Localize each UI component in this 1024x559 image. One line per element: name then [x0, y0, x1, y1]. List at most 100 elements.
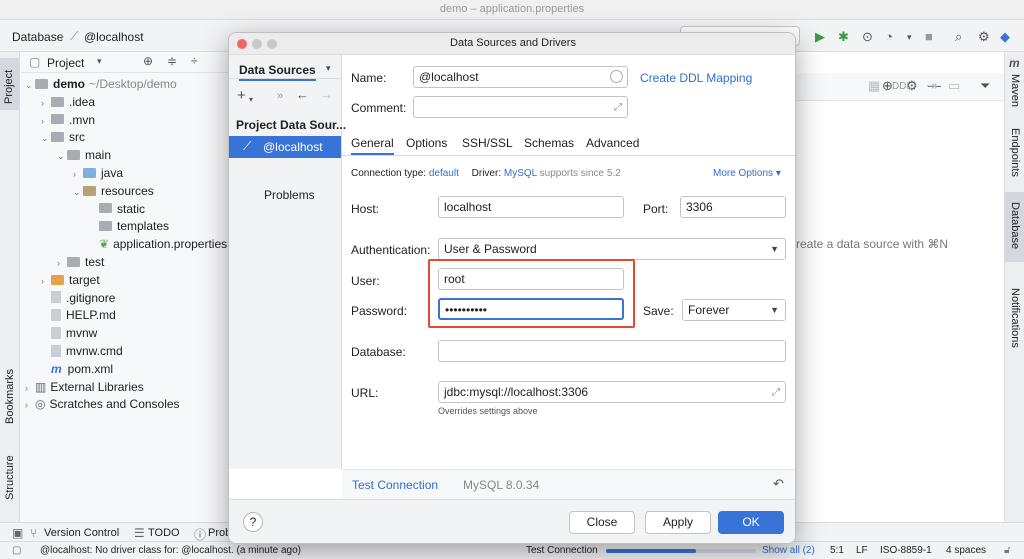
- expanded-chevron-icon[interactable]: ⌄: [73, 183, 83, 201]
- project-panel-title[interactable]: Project: [47, 56, 84, 70]
- comment-input[interactable]: ⤢: [413, 96, 628, 118]
- tab-ssh-ssl[interactable]: SSH/SSL: [462, 131, 513, 155]
- tree-item[interactable]: templates: [89, 217, 169, 235]
- collapsed-chevron-icon[interactable]: ›: [41, 94, 51, 112]
- tree-item[interactable]: › .idea: [41, 93, 95, 111]
- tree-item[interactable]: HELP.md: [41, 306, 116, 324]
- expand-field-icon[interactable]: ⤢: [614, 98, 622, 117]
- database-tool-tab[interactable]: Database: [1005, 192, 1024, 262]
- collapsed-chevron-icon[interactable]: ›: [41, 272, 51, 290]
- debug-icon[interactable]: ✱: [838, 29, 849, 45]
- bookmarks-tool-label[interactable]: Bookmarks: [4, 369, 16, 424]
- filter-icon[interactable]: ⏷: [980, 78, 990, 94]
- problems-item[interactable]: Problems: [264, 188, 315, 202]
- expanded-chevron-icon[interactable]: ⌄: [57, 147, 67, 165]
- authentication-select[interactable]: User & Password ▼: [438, 238, 786, 260]
- endpoints-tool-label[interactable]: Endpoints: [1009, 128, 1021, 177]
- caret-position[interactable]: 5:1: [830, 542, 844, 559]
- tree-item[interactable]: › .mvn: [41, 111, 95, 129]
- line-separator[interactable]: LF: [856, 542, 868, 559]
- table-icon[interactable]: ▦: [868, 78, 880, 94]
- status-message[interactable]: @localhost: No driver class for: @localh…: [40, 542, 301, 559]
- structure-tool-label[interactable]: Structure: [4, 455, 16, 500]
- collapsed-chevron-icon[interactable]: ›: [57, 254, 67, 272]
- settings-gear-icon[interactable]: ⚙: [978, 29, 990, 45]
- more-actions-icon[interactable]: »: [277, 88, 283, 104]
- url-input[interactable]: jdbc:mysql://localhost:3306 ⤢: [438, 381, 786, 403]
- tree-item[interactable]: ⌄ src: [41, 128, 85, 146]
- data-sources-tab[interactable]: Data Sources: [239, 63, 316, 81]
- name-input[interactable]: @localhost: [413, 66, 628, 88]
- add-dropdown-chevron-icon[interactable]: ▾: [249, 92, 253, 108]
- apply-button[interactable]: Apply: [645, 511, 711, 534]
- more-options-link[interactable]: More Options ▾: [713, 168, 781, 179]
- maven-tool-label[interactable]: Maven: [1009, 74, 1021, 107]
- lock-icon[interactable]: 🔓︎: [1004, 542, 1010, 559]
- show-all-link[interactable]: Show all (2): [762, 542, 815, 559]
- breadcrumb-database[interactable]: Database: [12, 30, 63, 44]
- console-icon[interactable]: ▭: [948, 78, 960, 94]
- profiler-icon[interactable]: ◔: [885, 29, 893, 45]
- tree-item[interactable]: › java: [73, 164, 123, 182]
- driver-value[interactable]: MySQL: [504, 168, 537, 179]
- database-input[interactable]: [438, 340, 786, 362]
- tree-item[interactable]: › test: [57, 253, 104, 271]
- create-ddl-mapping-link[interactable]: Create DDL Mapping: [640, 71, 752, 85]
- port-input[interactable]: 3306: [680, 196, 786, 218]
- tree-item[interactable]: ❦ application.properties: [89, 235, 227, 253]
- data-source-item-localhost[interactable]: ⟋ @localhost: [229, 136, 341, 158]
- sidebar-tab-chevron-icon[interactable]: ▾: [326, 63, 331, 74]
- close-button[interactable]: Close: [569, 511, 635, 534]
- tree-item[interactable]: ⌄ main: [57, 146, 111, 164]
- add-data-source-icon[interactable]: +: [237, 88, 246, 104]
- coverage-icon[interactable]: ⊙: [862, 29, 873, 45]
- run-icon[interactable]: ▶: [815, 29, 825, 45]
- more-run-chevron-icon[interactable]: ▾: [907, 29, 912, 45]
- tree-item[interactable]: m pom.xml: [41, 360, 113, 378]
- maven-icon[interactable]: m: [1009, 56, 1020, 70]
- status-toggle-icon[interactable]: ▢: [12, 542, 21, 559]
- file-encoding[interactable]: ISO-8859-1: [880, 542, 932, 559]
- test-connection-link[interactable]: Test Connection: [352, 478, 438, 492]
- back-arrow-icon[interactable]: ←: [296, 87, 309, 103]
- expanded-chevron-icon[interactable]: ⌄: [25, 76, 35, 94]
- tree-item[interactable]: .gitignore: [41, 289, 115, 307]
- todo-tab[interactable]: TODO: [148, 527, 180, 539]
- tree-item[interactable]: ⌄ resources: [73, 182, 154, 200]
- user-input[interactable]: root: [438, 268, 624, 290]
- tree-item[interactable]: mvnw.cmd: [41, 342, 123, 360]
- close-window-icon[interactable]: [237, 39, 247, 49]
- tree-item[interactable]: static: [89, 200, 145, 218]
- expanded-chevron-icon[interactable]: ⌄: [41, 129, 51, 147]
- minimize-window-icon[interactable]: [252, 39, 262, 49]
- breadcrumb-host[interactable]: @localhost: [84, 30, 144, 44]
- collapse-icon[interactable]: ≑: [167, 54, 177, 68]
- ok-button[interactable]: OK: [718, 511, 784, 534]
- tab-options[interactable]: Options: [406, 131, 447, 155]
- notifications-tool-label[interactable]: Notifications: [1009, 288, 1021, 348]
- tab-schemas[interactable]: Schemas: [524, 131, 574, 155]
- indent-setting[interactable]: 4 spaces: [946, 542, 986, 559]
- connection-type-value[interactable]: default: [429, 168, 459, 179]
- ide-logo-icon[interactable]: ◆: [1000, 29, 1010, 45]
- host-input[interactable]: localhost: [438, 196, 624, 218]
- stop-icon[interactable]: ■: [925, 29, 933, 45]
- reset-icon[interactable]: ↶: [773, 476, 784, 492]
- background-task-label[interactable]: Test Connection: [526, 542, 598, 559]
- expand-icon[interactable]: ÷: [191, 54, 198, 68]
- tree-item[interactable]: › ◎ Scratches and Consoles: [25, 395, 180, 413]
- collapsed-chevron-icon[interactable]: ›: [25, 379, 35, 397]
- version-control-tab[interactable]: Version Control: [44, 527, 119, 539]
- forward-arrow-icon[interactable]: →: [320, 87, 333, 103]
- project-tool-tab[interactable]: Project: [0, 58, 19, 110]
- locate-icon[interactable]: ⊕: [143, 54, 153, 68]
- project-view-chevron-icon[interactable]: ▾: [97, 56, 102, 67]
- zoom-window-icon[interactable]: [267, 39, 277, 49]
- tab-advanced[interactable]: Advanced: [586, 131, 639, 155]
- color-picker-icon[interactable]: [610, 70, 623, 83]
- ddl-button[interactable]: DDL: [892, 81, 912, 92]
- tree-item[interactable]: ⌄ demo ~/Desktop/demo: [25, 75, 177, 93]
- search-icon[interactable]: ⌕: [955, 29, 962, 45]
- collapsed-chevron-icon[interactable]: ›: [73, 165, 83, 183]
- jump-icon[interactable]: ⇥: [926, 78, 937, 94]
